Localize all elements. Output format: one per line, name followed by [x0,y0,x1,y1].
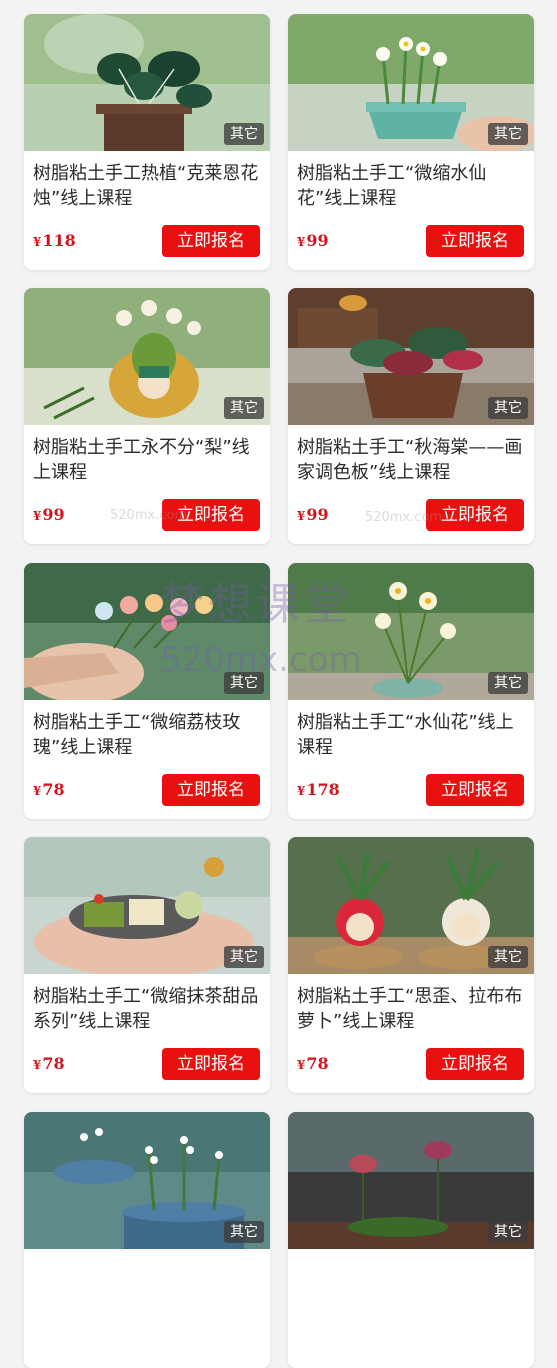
course-title[interactable]: 树脂粘土手工“思歪、拉布布萝卜”线上课程 [297,984,529,1034]
course-price: ¥78 [33,1053,65,1076]
price-value: 118 [42,231,76,250]
course-thumbnail[interactable]: 其它 [24,288,270,425]
course-card[interactable]: 其它 树脂粘土手工“微缩水仙花”线上课程 ¥99 立即报名 [288,14,534,270]
course-thumbnail[interactable]: 其它 [288,14,534,151]
course-thumbnail[interactable]: 其它 [24,14,270,151]
currency-symbol: ¥ [297,235,306,249]
course-price: ¥118 [33,230,76,253]
course-price: ¥178 [297,779,340,802]
category-badge: 其它 [488,397,528,419]
course-title[interactable]: 树脂粘土手工热植“克莱恩花烛”线上课程 [33,161,265,211]
course-card[interactable]: 其它 树脂粘土手工“微缩抹茶甜品系列”线上课程 ¥78 立即报名 [24,837,270,1093]
category-badge: 其它 [224,946,264,968]
course-price: ¥78 [297,1053,329,1076]
category-badge: 其它 [224,397,264,419]
price-value: 178 [306,780,340,799]
course-price: ¥99 [297,504,329,527]
course-price: ¥78 [33,779,65,802]
enroll-button[interactable]: 立即报名 [162,774,260,806]
category-badge: 其它 [224,123,264,145]
course-thumbnail[interactable]: 其它 [288,1112,534,1249]
enroll-button[interactable]: 立即报名 [426,225,524,257]
price-value: 99 [306,505,329,524]
course-title[interactable]: 树脂粘土手工永不分“梨”线上课程 [33,435,265,485]
course-title[interactable]: 树脂粘土手工“微缩水仙花”线上课程 [297,161,529,211]
course-card[interactable]: 其它 树脂粘土手工“秋海棠——画家调色板”线上课程 ¥99 立即报名 [288,288,534,544]
currency-symbol: ¥ [33,784,42,798]
enroll-button[interactable]: 立即报名 [426,1048,524,1080]
course-thumbnail[interactable]: 其它 [24,563,270,700]
course-card[interactable]: 其它 树脂粘土手工“水仙花”线上课程 ¥178 立即报名 [288,563,534,819]
currency-symbol: ¥ [33,509,42,523]
course-title[interactable]: 树脂粘土手工“微缩荔枝玫瑰”线上课程 [33,710,265,760]
course-card[interactable]: 其它 树脂粘土手工永不分“梨”线上课程 ¥99 立即报名 [24,288,270,544]
course-thumbnail[interactable]: 其它 [288,563,534,700]
category-badge: 其它 [488,123,528,145]
course-price: ¥99 [297,230,329,253]
price-value: 78 [42,780,65,799]
currency-symbol: ¥ [297,509,306,523]
course-title[interactable]: 树脂粘土手工“秋海棠——画家调色板”线上课程 [297,435,529,485]
course-card[interactable]: 其它 [24,1112,270,1368]
price-value: 78 [42,1054,65,1073]
enroll-button[interactable]: 立即报名 [426,774,524,806]
course-thumbnail[interactable]: 其它 [24,1112,270,1249]
price-value: 99 [306,231,329,250]
course-card[interactable]: 其它 树脂粘土手工“微缩荔枝玫瑰”线上课程 ¥78 立即报名 [24,563,270,819]
enroll-button[interactable]: 立即报名 [162,225,260,257]
course-card[interactable]: 其它 [288,1112,534,1368]
currency-symbol: ¥ [297,1058,306,1072]
category-badge: 其它 [224,672,264,694]
enroll-button[interactable]: 立即报名 [162,1048,260,1080]
currency-symbol: ¥ [297,784,306,798]
course-title[interactable]: 树脂粘土手工“微缩抹茶甜品系列”线上课程 [33,984,265,1034]
course-thumbnail[interactable]: 其它 [288,837,534,974]
course-price: ¥99 [33,504,65,527]
currency-symbol: ¥ [33,1058,42,1072]
course-thumbnail[interactable]: 其它 [24,837,270,974]
category-badge: 其它 [488,946,528,968]
category-badge: 其它 [224,1221,264,1243]
course-card[interactable]: 其它 树脂粘土手工热植“克莱恩花烛”线上课程 ¥118 立即报名 [24,14,270,270]
course-grid: 其它 树脂粘土手工热植“克莱恩花烛”线上课程 ¥118 立即报名 其它 树脂粘土… [0,0,557,1368]
course-title[interactable]: 树脂粘土手工“水仙花”线上课程 [297,710,529,760]
category-badge: 其它 [488,672,528,694]
enroll-button[interactable]: 立即报名 [426,499,524,531]
price-value: 99 [42,505,65,524]
category-badge: 其它 [488,1221,528,1243]
price-value: 78 [306,1054,329,1073]
course-card[interactable]: 其它 树脂粘土手工“思歪、拉布布萝卜”线上课程 ¥78 立即报名 [288,837,534,1093]
currency-symbol: ¥ [33,235,42,249]
enroll-button[interactable]: 立即报名 [162,499,260,531]
course-thumbnail[interactable]: 其它 [288,288,534,425]
